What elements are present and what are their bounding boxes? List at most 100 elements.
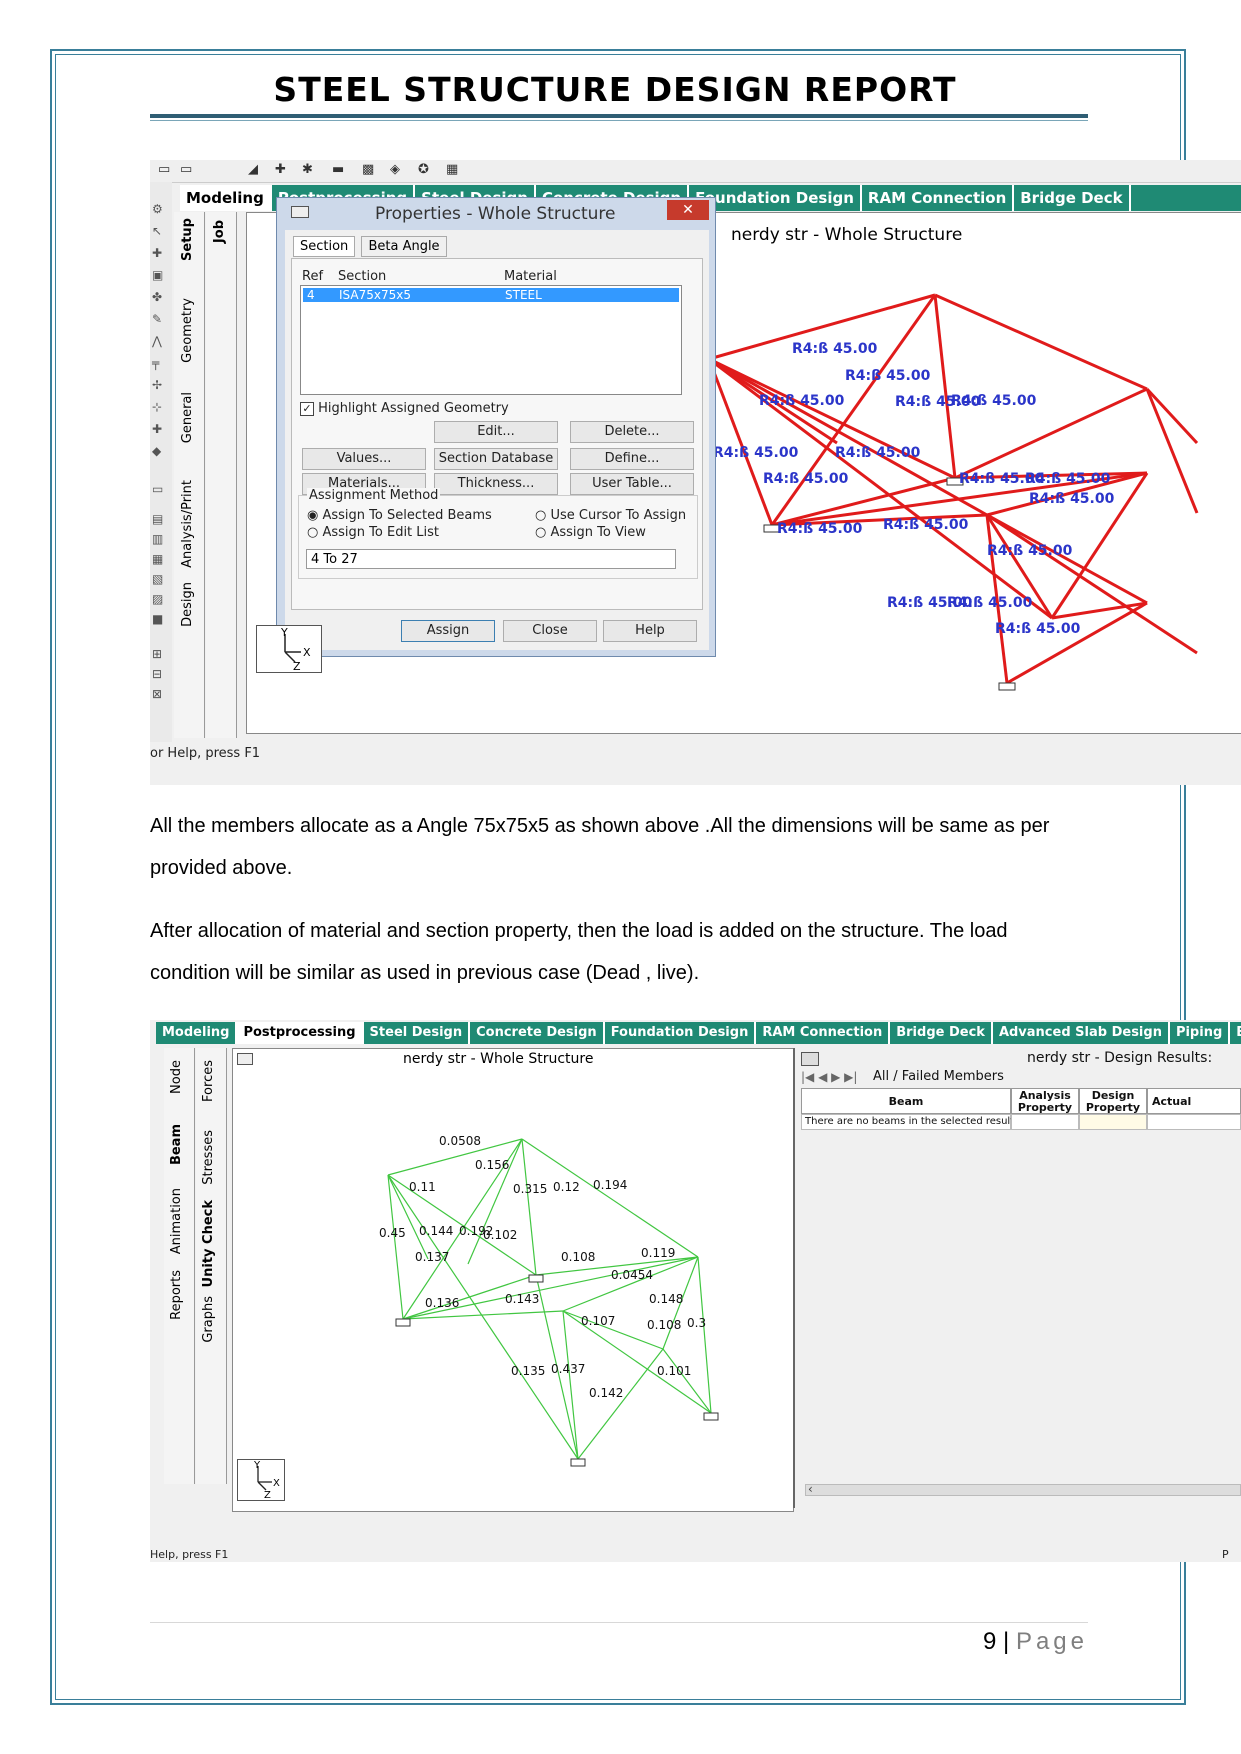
tool-icon[interactable]: ✎ — [152, 312, 168, 326]
tab-earthquake[interactable]: Earthqu — [1230, 1022, 1241, 1044]
radio-selected-beams[interactable]: ◉ Assign To Selected Beams — [307, 508, 492, 523]
tool-icon[interactable]: ╤ — [152, 356, 168, 370]
tool-icon[interactable]: ✤ — [152, 290, 168, 304]
vtab-job[interactable]: Job — [212, 220, 227, 243]
toolbar: ▭ ▭ ◢ ✚ ✱ ▬ ▩ ◈ ✪ ▦ — [150, 160, 1241, 183]
tab-bridge-deck[interactable]: Bridge Deck — [1014, 185, 1131, 211]
tab-piping[interactable]: Piping — [1170, 1022, 1231, 1044]
vtab-general[interactable]: General — [180, 392, 195, 443]
user-table-button[interactable]: User Table... — [570, 473, 694, 495]
toolbar-icon[interactable]: ▭ — [180, 162, 192, 177]
toolbar-icon[interactable]: ✚ — [275, 162, 286, 177]
tab-bridge-deck[interactable]: Bridge Deck — [890, 1022, 993, 1044]
list-item[interactable]: 4 ISA75x75x5 STEEL — [303, 288, 679, 302]
tool-icon[interactable]: ✢ — [152, 378, 168, 392]
vtab-design[interactable]: Design — [180, 582, 195, 627]
radio-edit-list[interactable]: ○ Assign To Edit List — [307, 525, 439, 540]
toolbar-icon[interactable]: ◈ — [390, 162, 400, 177]
row-ref: 4 — [307, 288, 315, 302]
close-button[interactable]: Close — [503, 620, 597, 642]
member-label: R4:ß 45.00 — [777, 521, 863, 537]
dialog-titlebar[interactable]: Properties - Whole Structure ✕ — [277, 198, 715, 228]
horizontal-scrollbar[interactable]: ‹ — [805, 1482, 1241, 1496]
tool-icon[interactable]: ▨ — [152, 592, 168, 606]
tab-advanced-slab-design[interactable]: Advanced Slab Design — [993, 1022, 1170, 1044]
col-actual[interactable]: Actual — [1147, 1088, 1241, 1114]
tool-icon[interactable]: ▣ — [152, 268, 168, 282]
tool-icon[interactable]: ✚ — [152, 246, 168, 260]
tab-modeling[interactable]: Modeling — [156, 1022, 238, 1044]
section-list[interactable]: 4 ISA75x75x5 STEEL — [300, 285, 682, 395]
toolbar-icon[interactable]: ▭ — [158, 162, 170, 177]
tool-icon[interactable]: ⚙ — [152, 202, 168, 216]
tab-foundation-design[interactable]: Foundation Design — [605, 1022, 757, 1044]
vtab-analysis-print[interactable]: Analysis/Print — [180, 480, 195, 568]
tab-ram-connection[interactable]: RAM Connection — [756, 1022, 891, 1044]
tool-icon[interactable]: ▧ — [152, 572, 168, 586]
toolbar-icon[interactable]: ✪ — [418, 162, 429, 177]
tool-icon[interactable]: ▤ — [152, 512, 168, 526]
toolbar-icon[interactable]: ✱ — [302, 162, 313, 177]
tab-steel-design[interactable]: Steel Design — [364, 1022, 471, 1044]
tab-postprocessing[interactable]: Postprocessing — [237, 1022, 364, 1044]
delete-button[interactable]: Delete... — [570, 421, 694, 443]
vtab-graphs[interactable]: Graphs — [201, 1296, 216, 1343]
values-button[interactable]: Values... — [302, 448, 426, 470]
vtab-stresses[interactable]: Stresses — [201, 1130, 216, 1185]
col-analysis-property[interactable]: Analysis Property — [1011, 1088, 1079, 1114]
tool-icon[interactable]: ✚ — [152, 422, 168, 436]
tab-modeling[interactable]: Modeling — [180, 185, 272, 211]
vtab-setup[interactable]: Setup — [180, 218, 195, 261]
edit-button[interactable]: Edit... — [434, 421, 558, 443]
tool-icon[interactable]: ▭ — [152, 482, 168, 496]
toolbar-icon[interactable]: ▦ — [446, 162, 458, 177]
vtab-node[interactable]: Node — [169, 1060, 184, 1094]
checkmark-icon: ✓ — [300, 401, 314, 416]
vtab-geometry[interactable]: Geometry — [180, 298, 195, 363]
tool-icon[interactable]: ■ — [152, 612, 168, 626]
tab-failed-members[interactable]: Failed Members — [902, 1069, 1004, 1084]
cursor-icon[interactable]: ↖ — [152, 224, 168, 238]
unity-ratio-label: 0.12 — [553, 1180, 580, 1194]
status-bar-right: P — [1222, 1548, 1229, 1561]
col-design-property[interactable]: Design Property — [1079, 1088, 1147, 1114]
tool-icon[interactable]: ▦ — [152, 552, 168, 566]
tool-icon[interactable]: ◆ — [152, 444, 168, 458]
assign-button[interactable]: Assign — [401, 620, 495, 642]
tool-icon[interactable]: ⋀ — [152, 334, 168, 348]
vtab-unity-check[interactable]: Unity Check — [201, 1200, 216, 1287]
empty-cell — [1011, 1114, 1079, 1130]
section-database-button[interactable]: Section Database — [434, 448, 558, 470]
tool-icon[interactable]: ⊞ — [152, 647, 168, 661]
unity-ratio-label: 0.107 — [581, 1314, 615, 1328]
radio-use-cursor[interactable]: ○ Use Cursor To Assign — [535, 508, 686, 523]
define-button[interactable]: Define... — [570, 448, 694, 470]
tool-icon[interactable]: ⊠ — [152, 687, 168, 701]
close-icon[interactable]: ✕ — [667, 200, 709, 220]
tab-all[interactable]: All — [873, 1069, 889, 1084]
toolbar-icon[interactable]: ◢ — [248, 162, 258, 177]
highlight-checkbox[interactable]: ✓ Highlight Assigned Geometry — [300, 401, 509, 416]
tab-section[interactable]: Section — [293, 236, 356, 257]
tab-ram-connection[interactable]: RAM Connection — [862, 185, 1015, 211]
page-footer: 9 | Page — [940, 1622, 1088, 1662]
edit-list-field[interactable]: 4 To 27 — [306, 549, 676, 569]
thickness-button[interactable]: Thickness... — [434, 473, 558, 495]
scroll-left-icon[interactable]: ‹ — [808, 1482, 813, 1496]
vtab-animation[interactable]: Animation — [169, 1188, 184, 1254]
toolbar-icon[interactable]: ▬ — [332, 162, 344, 177]
vtab-reports[interactable]: Reports — [169, 1270, 184, 1320]
toolbar-icon[interactable]: ▩ — [362, 162, 374, 177]
vtab-forces[interactable]: Forces — [201, 1060, 216, 1102]
help-button[interactable]: Help — [603, 620, 697, 642]
structure-viewport[interactable]: nerdy str - Whole Structure — [232, 1048, 794, 1512]
vtab-beam[interactable]: Beam — [169, 1124, 184, 1165]
radio-assign-view[interactable]: ○ Assign To View — [535, 525, 646, 540]
tab-beta-angle[interactable]: Beta Angle — [361, 236, 447, 257]
record-navigator[interactable]: |◀ ◀ ▶ ▶| — [801, 1070, 857, 1084]
col-beam[interactable]: Beam — [801, 1088, 1011, 1114]
tool-icon[interactable]: ⊟ — [152, 667, 168, 681]
tool-icon[interactable]: ▥ — [152, 532, 168, 546]
tab-concrete-design[interactable]: Concrete Design — [470, 1022, 605, 1044]
tool-icon[interactable]: ⊹ — [152, 400, 168, 414]
